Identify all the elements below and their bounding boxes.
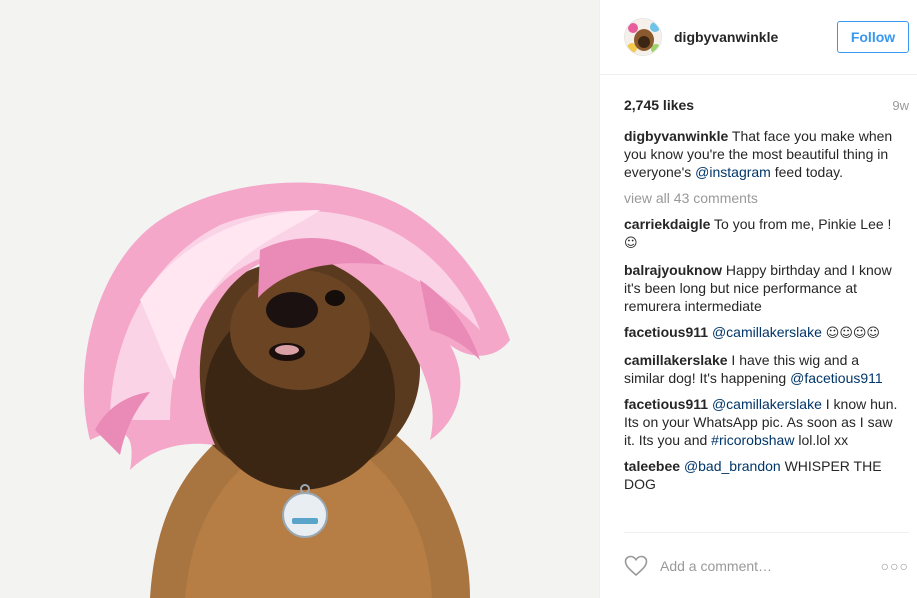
view-all-comments-link[interactable]: view all 43 comments: [624, 189, 901, 207]
caption: digbyvanwinkle That face you make when y…: [624, 127, 901, 181]
header-username[interactable]: digbyvanwinkle: [674, 29, 837, 45]
comments-list: digbyvanwinkle That face you make when y…: [600, 127, 917, 562]
add-comment-bar: ○○○: [624, 532, 909, 598]
comment-text: To you from me, Pinkie Lee !: [714, 216, 892, 232]
comment-text-end: lol.lol xx: [794, 432, 849, 448]
post-header: digbyvanwinkle Follow: [600, 0, 917, 75]
comment-username[interactable]: facetious911: [624, 324, 708, 340]
comment-item: camillakerslake I have this wig and a si…: [624, 351, 901, 387]
comment-username[interactable]: carriekdaigle: [624, 216, 710, 232]
comment-item: facetious911 @camillakerslake I know hun…: [624, 395, 901, 449]
heart-outline-icon[interactable]: [624, 555, 648, 577]
comment-username[interactable]: balrajyouknow: [624, 262, 722, 278]
comment-username[interactable]: facetious911: [624, 396, 708, 412]
caption-mention[interactable]: @instagram: [695, 164, 771, 180]
avatar-image: [625, 19, 661, 55]
follow-button[interactable]: Follow: [837, 21, 909, 53]
avatar[interactable]: [624, 18, 662, 56]
comment-username[interactable]: taleebee: [624, 458, 680, 474]
comment-item: carriekdaigle To you from me, Pinkie Lee…: [624, 215, 901, 253]
comment-hashtag[interactable]: #ricorobshaw: [711, 432, 794, 448]
comment-item: taleebee @bad_brandon WHISPER THE DOG: [624, 457, 901, 493]
comment-item: facetious911 @camillakerslake ☺☺☺☺: [624, 323, 901, 343]
dog-photo-illustration: [0, 0, 599, 598]
comment-item: balrajyouknow Happy birthday and I know …: [624, 261, 901, 315]
smile-emoji: ☺: [624, 236, 638, 251]
likes-count[interactable]: 2,745 likes: [624, 97, 694, 113]
post-meta: 2,745 likes 9w: [600, 95, 917, 115]
post-details-panel: digbyvanwinkle Follow 2,745 likes 9w dig…: [599, 0, 917, 598]
caption-text-end: feed today.: [770, 164, 843, 180]
comment-mention[interactable]: @camillakerslake: [712, 324, 822, 340]
post-age[interactable]: 9w: [892, 98, 909, 113]
more-options-icon[interactable]: ○○○: [881, 558, 909, 574]
comment-username[interactable]: camillakerslake: [624, 352, 728, 368]
post-photo[interactable]: [0, 0, 599, 598]
caption-username[interactable]: digbyvanwinkle: [624, 128, 728, 144]
comment-mention[interactable]: @bad_brandon: [684, 458, 781, 474]
add-comment-input[interactable]: [660, 557, 881, 574]
smile-emoji: ☺☺☺☺: [825, 326, 880, 341]
comment-mention[interactable]: @camillakerslake: [712, 396, 822, 412]
comment-mention[interactable]: @facetious911: [790, 370, 883, 386]
